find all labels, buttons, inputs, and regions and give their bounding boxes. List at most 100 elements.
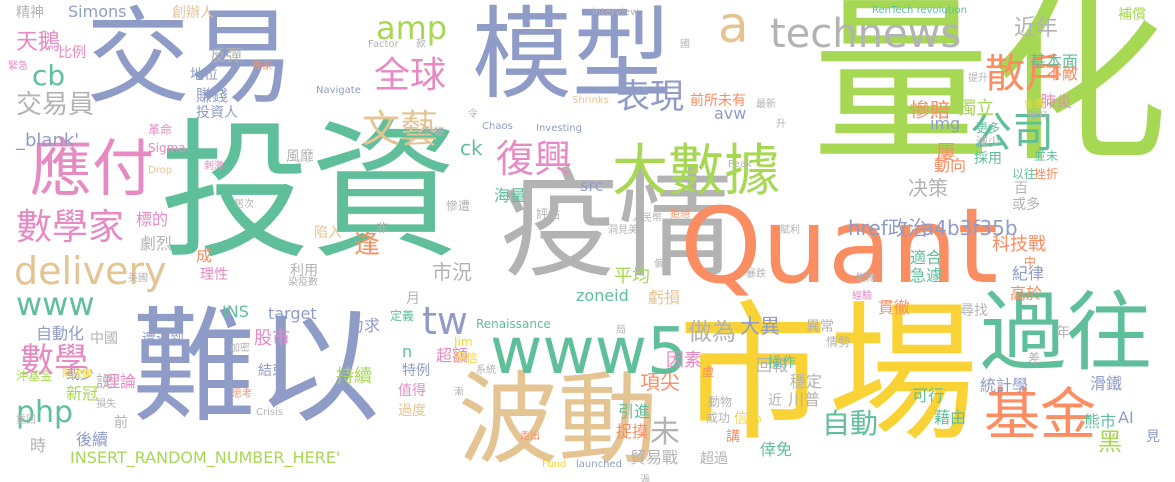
word: 經驗 — [852, 291, 872, 302]
word: 月 — [406, 291, 420, 307]
word: 居次 — [234, 199, 254, 210]
word: 比例 — [58, 45, 86, 61]
word: 見 — [1146, 429, 1160, 445]
word: 獨立 — [958, 98, 994, 119]
word: 更多 — [976, 121, 1001, 135]
word: target — [268, 304, 317, 323]
word: RenTech revolution — [872, 5, 967, 16]
word: 創辦人 — [172, 5, 214, 21]
word: 可行 — [912, 386, 945, 405]
word: 市況 — [432, 260, 472, 284]
word: 過度 — [398, 403, 426, 419]
word: 不敵 — [1046, 64, 1079, 83]
word: 川普 — [788, 390, 821, 409]
word: 近年 — [1014, 16, 1059, 41]
word: 重回 — [16, 415, 36, 426]
word: Peak — [728, 159, 752, 170]
word: 因素 — [666, 350, 702, 371]
word: 穩定 — [790, 372, 823, 391]
word: 海量 — [494, 186, 527, 205]
word: AI — [1118, 408, 1134, 427]
word: 自動 — [822, 407, 879, 440]
word: technews — [770, 11, 962, 57]
word: 走出 — [520, 431, 540, 442]
word: 做為 — [688, 318, 736, 346]
word: 標的 — [136, 210, 169, 229]
word: Jim — [454, 335, 473, 349]
word: Drop — [148, 165, 173, 176]
word: Crisis — [256, 407, 284, 418]
word: 説 — [96, 372, 113, 391]
word: 統計學 — [980, 376, 1029, 395]
word: 挫折 — [1034, 167, 1059, 181]
word: 决策 — [908, 176, 948, 200]
word: 操作 — [768, 355, 796, 371]
word: src — [580, 176, 604, 195]
word: Shrinks — [572, 95, 609, 106]
word: 財政部 — [62, 369, 92, 380]
word: cb — [32, 59, 66, 92]
word: 染疫數 — [288, 277, 318, 288]
word: 基金 — [984, 383, 1096, 448]
word: Quant — [680, 185, 999, 307]
word: 最新 — [756, 99, 776, 110]
word: 時 — [30, 436, 47, 455]
word: 投資人 — [196, 105, 238, 121]
word: 尋找 — [960, 303, 988, 319]
word: 精神 — [16, 5, 44, 21]
word: 大異 — [740, 314, 780, 338]
word: 適合 — [910, 248, 943, 267]
word: 高於 — [1010, 284, 1043, 303]
word: 款 — [416, 39, 426, 50]
word: Sigma — [148, 141, 186, 155]
word: img — [930, 114, 961, 133]
word: 思考 — [232, 389, 252, 400]
word: 渦 — [640, 475, 650, 482]
word: 近 — [768, 393, 782, 409]
word: 金價 — [1024, 99, 1044, 110]
word: 藉由 — [934, 408, 967, 427]
word: 黑 — [1098, 428, 1122, 456]
word: 劇烈 — [140, 234, 173, 253]
word: zoneid — [576, 286, 629, 305]
word: 減少 — [976, 135, 1001, 149]
word: 結束 — [258, 363, 286, 379]
word: 成功 — [706, 411, 731, 425]
word: Chaos — [482, 121, 513, 132]
word: 貫徹 — [878, 298, 911, 317]
word: 深信 — [454, 351, 479, 365]
word: 刺激 — [204, 161, 224, 172]
word: 預料 — [1028, 111, 1048, 122]
word: 升幅 — [424, 127, 444, 138]
word: 超過 — [700, 451, 728, 467]
word: 猶豫 — [856, 273, 876, 284]
word: 洞見美 — [608, 225, 638, 236]
word: 急遽 — [910, 266, 943, 285]
word: 力求 — [348, 316, 381, 335]
word: Fund — [542, 459, 567, 470]
word: 漸 — [454, 387, 464, 398]
word: href政治 — [848, 216, 928, 240]
word: 特例 — [402, 363, 430, 379]
word: 評估 — [536, 207, 561, 221]
word: 拒絕 — [670, 209, 690, 220]
word: 平均 — [614, 266, 650, 287]
word: 表現 — [616, 77, 684, 117]
word: 慘遭 — [446, 199, 471, 213]
word: 捉摸 — [616, 422, 649, 441]
word: 定義 — [390, 309, 415, 323]
word: 偏 — [654, 259, 664, 270]
word: 損失 — [96, 399, 116, 410]
word: launched — [576, 459, 622, 470]
word: 沖基金 — [16, 369, 53, 383]
word: 年 — [1056, 325, 1070, 341]
word: www — [16, 285, 95, 323]
word: 數學家 — [16, 207, 125, 248]
word: _blank' — [16, 130, 80, 151]
word: interview — [592, 7, 639, 18]
word: 或多 — [1012, 197, 1040, 213]
word: 講 — [726, 429, 740, 445]
word: 局 — [616, 325, 626, 336]
word: 並未 — [1034, 149, 1059, 163]
word: 遭遇到 — [142, 331, 184, 347]
